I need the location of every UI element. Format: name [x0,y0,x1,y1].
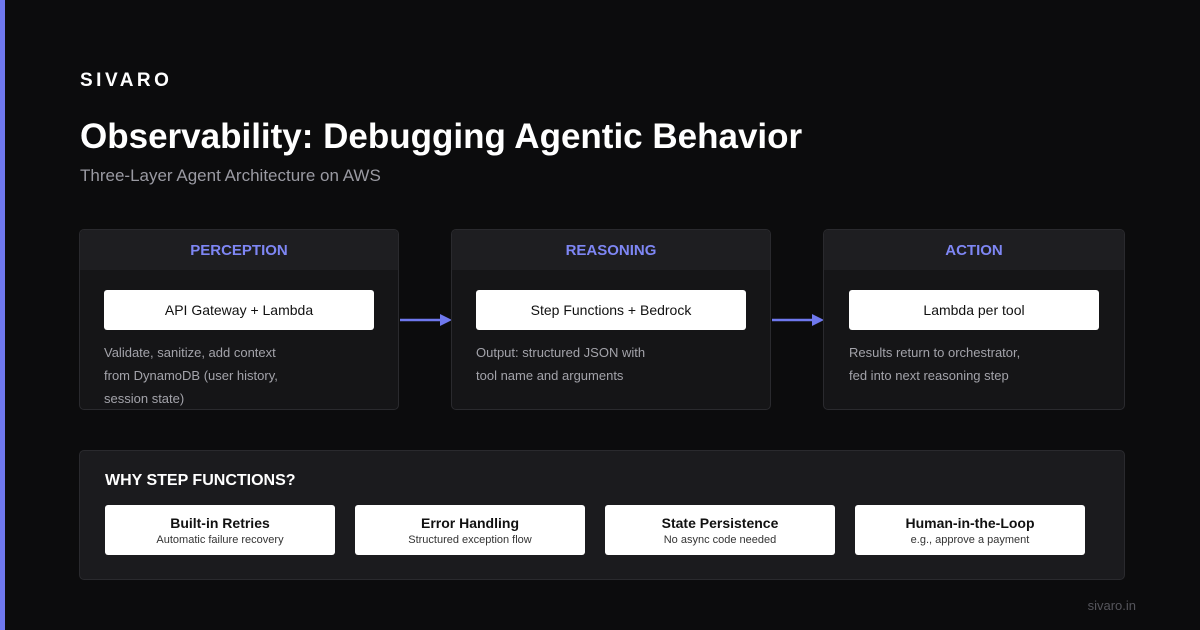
accent-bar [0,0,5,630]
feature-card-retries: Built-in Retries Automatic failure recov… [105,505,335,555]
layer-header: REASONING [452,230,770,270]
page-subtitle: Three-Layer Agent Architecture on AWS [80,166,381,185]
layer-card-action: ACTION Lambda per tool Results return to… [823,229,1125,410]
page-title: Observability: Debugging Agentic Behavio… [80,117,803,156]
description-line: Validate, sanitize, add context [104,345,276,360]
feature-title: Error Handling [420,515,519,531]
layer-service-box: API Gateway + Lambda [104,290,374,330]
description-line: session state) [104,391,185,406]
layer-description: Validate, sanitize, add context from Dyn… [104,341,384,409]
feature-subtitle: Automatic failure recovery [156,534,284,546]
feature-card-error-handling: Error Handling Structured exception flow [355,505,585,555]
brand-logo: SIVARO [80,70,173,91]
flow-arrow-icon [400,314,452,326]
feature-title: Built-in Retries [170,515,270,531]
feature-card-human-in-the-loop: Human-in-the-Loop e.g., approve a paymen… [855,505,1085,555]
layer-description: Output: structured JSON with tool name a… [476,341,756,387]
layer-card-reasoning: REASONING Step Functions + Bedrock Outpu… [451,229,771,410]
description-line: tool name and arguments [476,368,624,383]
feature-card-state-persistence: State Persistence No async code needed [605,505,835,555]
flow-arrow-icon [772,314,824,326]
layer-service-box: Lambda per tool [849,290,1099,330]
description-line: fed into next reasoning step [849,368,1009,383]
panel-title: WHY STEP FUNCTIONS? [105,472,296,489]
description-line: from DynamoDB (user history, [104,368,278,383]
description-line: Results return to orchestrator, [849,345,1021,360]
feature-subtitle: e.g., approve a payment [910,534,1030,546]
description-line: Output: structured JSON with [476,345,646,360]
footer-url: sivaro.in [1087,598,1136,613]
layer-service-box: Step Functions + Bedrock [476,290,746,330]
why-step-functions-panel: WHY STEP FUNCTIONS? Built-in Retries Aut… [79,450,1125,580]
layer-header: PERCEPTION [80,230,398,270]
feature-subtitle: No async code needed [663,534,777,546]
layer-description: Results return to orchestrator, fed into… [849,341,1124,387]
feature-title: State Persistence [661,515,779,531]
feature-subtitle: Structured exception flow [408,534,532,546]
layer-header: ACTION [824,230,1124,270]
layer-card-perception: PERCEPTION API Gateway + Lambda Validate… [79,229,399,410]
feature-title: Human-in-the-Loop [905,515,1035,531]
